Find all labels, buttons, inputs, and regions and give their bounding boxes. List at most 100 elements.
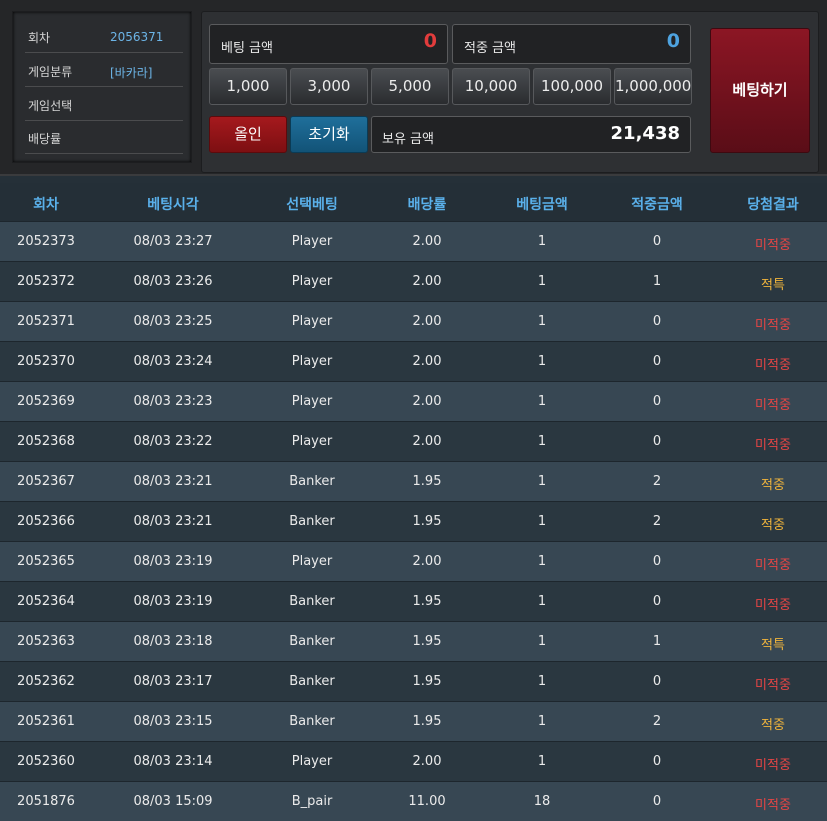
row-odds: 2.00 xyxy=(412,434,442,449)
bet-history-table: 회차 베팅시각 선택베팅 배당률 베팅금액 적중금액 당첨결과 2052373 0… xyxy=(0,183,827,821)
table-row: 2052365 08/03 23:19 Player 2.00 1 0 미적중 xyxy=(0,541,827,581)
category-label: 게임분류 xyxy=(28,65,73,79)
balance-box: 보유 금액 21,438 xyxy=(371,116,691,153)
chip-1000-button[interactable]: 1,000 xyxy=(209,68,287,105)
place-bet-button[interactable]: 베팅하기 xyxy=(710,28,810,153)
row-odds: 11.00 xyxy=(408,794,446,809)
bet-control-area: 회차 2056371 게임분류 [바카라] 게임선택 배당률 베팅 금액 0 적… xyxy=(0,0,827,176)
table-row: 2052367 08/03 23:21 Banker 1.95 1 2 적중 xyxy=(0,461,827,501)
row-win-amount: 0 xyxy=(652,394,662,409)
row-win-amount: 0 xyxy=(652,314,662,329)
table-row: 2052369 08/03 23:23 Player 2.00 1 0 미적중 xyxy=(0,381,827,421)
row-bet-amount: 1 xyxy=(537,314,547,329)
row-result: 미적중 xyxy=(755,318,791,333)
row-bet-amount: 1 xyxy=(537,514,547,529)
row-selection: Banker xyxy=(289,674,335,689)
row-odds: 1.95 xyxy=(412,634,442,649)
header-bet-amount: 베팅금액 xyxy=(516,197,568,213)
row-selection: Player xyxy=(291,234,333,249)
chip-3000-button[interactable]: 3,000 xyxy=(290,68,368,105)
row-bet-time: 08/03 23:15 xyxy=(133,714,213,729)
row-odds: 2.00 xyxy=(412,354,442,369)
row-bet-amount: 1 xyxy=(537,394,547,409)
row-bet-amount: 1 xyxy=(537,674,547,689)
row-round: 2052367 xyxy=(17,474,75,489)
table-row: 2052368 08/03 23:22 Player 2.00 1 0 미적중 xyxy=(0,421,827,461)
row-bet-time: 08/03 23:22 xyxy=(133,434,213,449)
row-round: 2052368 xyxy=(17,434,75,449)
row-result: 적중 xyxy=(761,478,785,493)
row-result: 적중 xyxy=(761,718,785,733)
row-bet-amount: 1 xyxy=(537,354,547,369)
game-select-label: 게임선택 xyxy=(28,99,73,113)
row-win-amount: 0 xyxy=(652,234,662,249)
row-round: 2051876 xyxy=(17,794,75,809)
table-header: 회차 베팅시각 선택베팅 배당률 베팅금액 적중금액 당첨결과 xyxy=(0,183,827,221)
row-selection: Banker xyxy=(289,714,335,729)
row-selection: Player xyxy=(291,554,333,569)
row-bet-time: 08/03 23:24 xyxy=(133,354,213,369)
row-bet-time: 08/03 23:21 xyxy=(133,474,213,489)
row-bet-time: 08/03 15:09 xyxy=(133,794,213,809)
win-amount-box: 적중 금액 0 xyxy=(452,24,691,64)
chip-5000-button[interactable]: 5,000 xyxy=(371,68,449,105)
row-bet-amount: 1 xyxy=(537,594,547,609)
row-bet-time: 08/03 23:14 xyxy=(133,754,213,769)
table-row: 2052373 08/03 23:27 Player 2.00 1 0 미적중 xyxy=(0,221,827,261)
row-round: 2052373 xyxy=(17,234,75,249)
header-odds: 배당률 xyxy=(407,197,447,213)
row-bet-amount: 18 xyxy=(533,794,551,809)
row-selection: Player xyxy=(291,314,333,329)
row-round: 2052371 xyxy=(17,314,75,329)
row-odds: 2.00 xyxy=(412,314,442,329)
row-bet-time: 08/03 23:19 xyxy=(133,594,213,609)
header-win-amount: 적중금액 xyxy=(631,197,683,213)
row-selection: Banker xyxy=(289,594,335,609)
table-row: 2052360 08/03 23:14 Player 2.00 1 0 미적중 xyxy=(0,741,827,781)
header-selection: 선택베팅 xyxy=(286,197,338,213)
row-round: 2052360 xyxy=(17,754,75,769)
odds-label: 배당률 xyxy=(28,132,62,146)
row-selection: Player xyxy=(291,394,333,409)
row-selection: Banker xyxy=(289,634,335,649)
reset-button[interactable]: 초기화 xyxy=(290,116,368,153)
row-win-amount: 2 xyxy=(652,474,662,489)
bet-amount-value: 0 xyxy=(423,30,437,52)
all-in-button[interactable]: 올인 xyxy=(209,116,287,153)
row-bet-amount: 1 xyxy=(537,754,547,769)
row-odds: 2.00 xyxy=(412,234,442,249)
row-win-amount: 1 xyxy=(652,274,662,289)
chip-10000-button[interactable]: 10,000 xyxy=(452,68,530,105)
header-round: 회차 xyxy=(33,197,59,213)
category-value: [바카라] xyxy=(110,66,153,80)
row-result: 미적중 xyxy=(755,798,791,813)
header-result: 당첨결과 xyxy=(747,197,799,213)
row-bet-time: 08/03 23:23 xyxy=(133,394,213,409)
table-row: 2052371 08/03 23:25 Player 2.00 1 0 미적중 xyxy=(0,301,827,341)
row-odds: 1.95 xyxy=(412,514,442,529)
row-result: 미적중 xyxy=(755,758,791,773)
row-result: 미적중 xyxy=(755,558,791,573)
row-round: 2052372 xyxy=(17,274,75,289)
row-result: 미적중 xyxy=(755,438,791,453)
chip-1000000-button[interactable]: 1,000,000 xyxy=(614,68,692,105)
row-win-amount: 1 xyxy=(652,634,662,649)
row-bet-amount: 1 xyxy=(537,554,547,569)
bet-amount-label: 베팅 금액 xyxy=(221,41,273,56)
row-win-amount: 2 xyxy=(652,714,662,729)
row-round: 2052365 xyxy=(17,554,75,569)
row-selection: Player xyxy=(291,274,333,289)
chip-100000-button[interactable]: 100,000 xyxy=(533,68,611,105)
header-bet-time: 베팅시각 xyxy=(147,197,199,213)
win-amount-value: 0 xyxy=(666,30,680,52)
table-row: 2052364 08/03 23:19 Banker 1.95 1 0 미적중 xyxy=(0,581,827,621)
game-info-panel: 회차 2056371 게임분류 [바카라] 게임선택 배당률 xyxy=(12,11,192,163)
row-win-amount: 0 xyxy=(652,594,662,609)
row-bet-time: 08/03 23:26 xyxy=(133,274,213,289)
row-bet-amount: 1 xyxy=(537,234,547,249)
row-round: 2052364 xyxy=(17,594,75,609)
row-win-amount: 2 xyxy=(652,514,662,529)
row-round: 2052361 xyxy=(17,714,75,729)
row-selection: Player xyxy=(291,354,333,369)
row-win-amount: 0 xyxy=(652,754,662,769)
